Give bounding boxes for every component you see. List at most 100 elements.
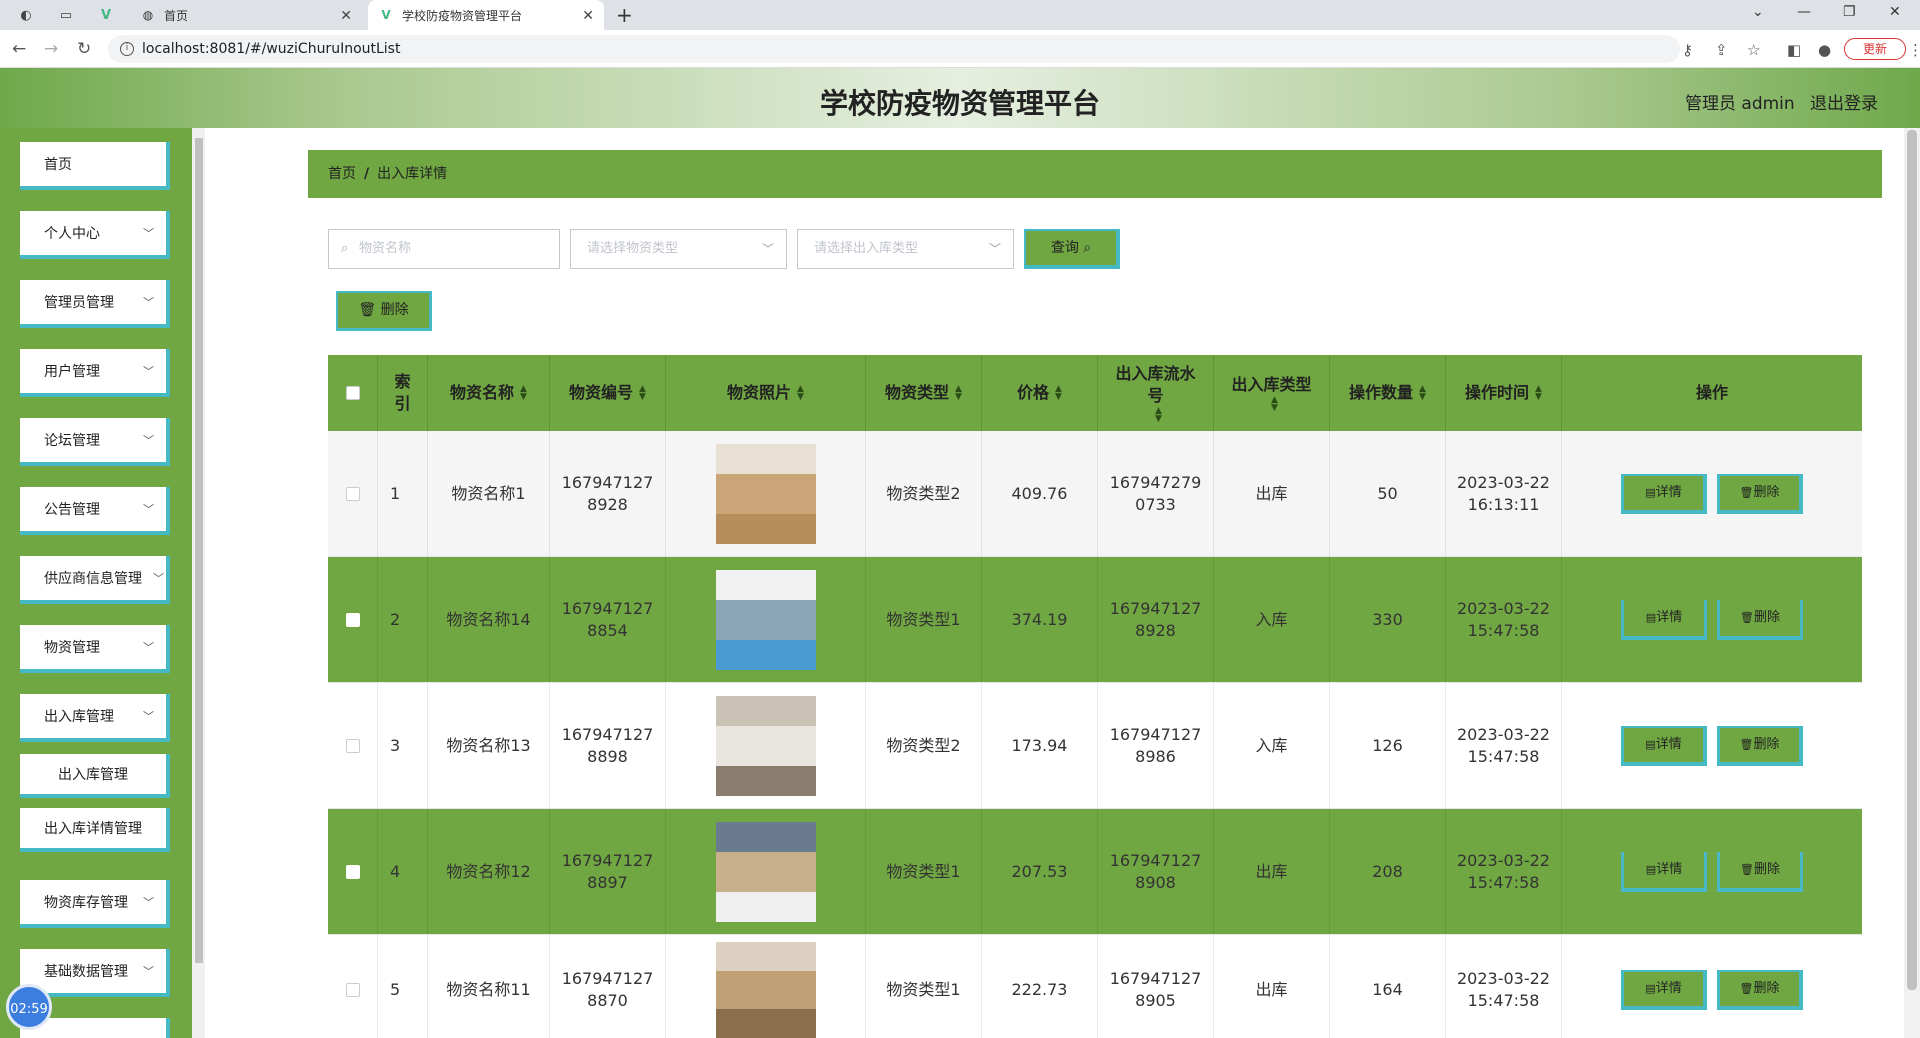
forward-icon[interactable]: →: [44, 39, 58, 59]
delete-button[interactable]: 🗑 删除: [1717, 725, 1803, 766]
back-icon[interactable]: ←: [12, 39, 26, 59]
sidebar-item-home[interactable]: 首页: [20, 142, 170, 190]
search-input[interactable]: ⌕ 物资名称: [328, 229, 560, 269]
delete-button[interactable]: 🗑 删除: [1717, 969, 1803, 1010]
sort-icon[interactable]: ▲ ▼: [639, 385, 646, 402]
row-select[interactable]: [328, 935, 378, 1038]
close-icon[interactable]: ✕: [340, 8, 352, 24]
tab-search-icon[interactable]: ⌄: [1752, 4, 1764, 20]
inout-type-select[interactable]: 请选择出入库类型 ﹀: [797, 229, 1014, 269]
sort-icon[interactable]: ▲ ▼: [1271, 396, 1278, 413]
detail-button[interactable]: ▤ 详情: [1621, 473, 1707, 514]
vue-icon[interactable]: V: [98, 7, 114, 23]
info-icon[interactable]: i: [120, 42, 134, 56]
sort-icon[interactable]: ▲ ▼: [1055, 385, 1062, 402]
minimize-icon[interactable]: —: [1797, 4, 1811, 20]
delete-button[interactable]: 🗑 删除: [1717, 473, 1803, 514]
header-type[interactable]: 物资类型 ▲ ▼: [866, 355, 982, 431]
header-ops: 操作: [1562, 355, 1862, 431]
detail-button[interactable]: ▤ 详情: [1621, 599, 1707, 640]
row-select[interactable]: [328, 683, 378, 808]
row-checkbox[interactable]: [345, 486, 360, 501]
delete-button[interactable]: 🗑 删除: [1717, 851, 1803, 892]
goods-photo: [715, 569, 816, 670]
restore-icon[interactable]: ❐: [1843, 4, 1856, 20]
close-icon[interactable]: ✕: [582, 8, 594, 24]
detail-icon: ▤: [1645, 862, 1657, 876]
delete-button[interactable]: 🗑 删除: [1717, 599, 1803, 640]
header-photo[interactable]: 物资照片 ▲ ▼: [666, 355, 866, 431]
sidebar: 首页 个人中心 ﹀ 管理员管理 ﹀ 用户管理 ﹀ 论坛管理 ﹀ 公告管理 ﹀ 供应商信息管…: [0, 128, 205, 1038]
sidebar-subitem-inout-detail[interactable]: 出入库详情管理: [20, 808, 170, 852]
detail-icon: ▤: [1645, 485, 1656, 499]
header-code[interactable]: 物资编号 ▲ ▼: [550, 355, 666, 431]
sidebar-item-goods[interactable]: 物资管理 ﹀: [20, 625, 170, 673]
sidebar-item-users[interactable]: 用户管理 ﹀: [20, 349, 170, 397]
sidebar-subitem-inout[interactable]: 出入库管理: [20, 754, 170, 798]
sidebar-item-profile[interactable]: 个人中心 ﹀: [20, 211, 170, 259]
sidebar-item-forum[interactable]: 论坛管理 ﹀: [20, 418, 170, 466]
row-checkbox[interactable]: [345, 738, 360, 753]
sort-icon[interactable]: ▲ ▼: [1535, 385, 1542, 402]
sidebar-item-admin[interactable]: 管理员管理 ﹀: [20, 280, 170, 328]
row-checkbox[interactable]: [345, 982, 360, 997]
blank-tab-icon[interactable]: ▭: [58, 7, 74, 23]
select-all-checkbox[interactable]: [345, 386, 360, 400]
cell-name: 物资名称14: [428, 557, 550, 682]
breadcrumb-home[interactable]: 首页: [328, 166, 356, 182]
header-price[interactable]: 价格 ▲ ▼: [982, 355, 1098, 431]
cell-qty: 330: [1330, 557, 1446, 682]
sidebar-item-inout[interactable]: 出入库管理 ﹀: [20, 694, 170, 742]
detail-button[interactable]: ▤ 详情: [1621, 969, 1707, 1010]
key-icon[interactable]: ⚷: [1682, 41, 1693, 59]
update-button[interactable]: 更新: [1844, 38, 1906, 60]
header-inout-type[interactable]: 出入库类型 ▲ ▼: [1214, 355, 1330, 431]
trash-icon: 🗑: [1739, 737, 1754, 751]
page-scroll-thumb[interactable]: [1907, 130, 1917, 990]
sidebar-item-supplier[interactable]: 供应商信息管理 ﹀: [20, 556, 170, 604]
sidepanel-icon[interactable]: ◧: [1787, 41, 1801, 59]
sort-icon[interactable]: ▲ ▼: [520, 385, 527, 402]
detail-button[interactable]: ▤ 详情: [1621, 851, 1707, 892]
cell-serial-text: 1679472790733: [1109, 472, 1202, 514]
header-select-all[interactable]: [328, 355, 378, 431]
row-select[interactable]: [328, 431, 378, 556]
header-serial[interactable]: 出入库流水号 ▲ ▼: [1098, 355, 1214, 431]
query-button[interactable]: 查询 ⌕: [1024, 229, 1120, 269]
github-icon[interactable]: ◐: [18, 7, 34, 23]
sidebar-item-stock[interactable]: 物资库存管理 ﹀: [20, 880, 170, 928]
new-tab-icon[interactable]: +: [616, 3, 633, 27]
batch-delete-button[interactable]: 🗑 删除: [336, 291, 432, 331]
detail-button[interactable]: ▤ 详情: [1621, 725, 1707, 766]
tab-active[interactable]: V 学校防疫物资管理平台 ✕: [368, 0, 604, 30]
row-checkbox[interactable]: [345, 612, 360, 627]
reload-icon[interactable]: ↻: [77, 39, 91, 59]
sort-icon[interactable]: ▲ ▼: [1155, 407, 1162, 424]
url-field[interactable]: i localhost:8081/#/wuziChuruInoutList: [108, 35, 1680, 63]
profile-icon[interactable]: ●: [1818, 41, 1831, 59]
header-qty[interactable]: 操作数量 ▲ ▼: [1330, 355, 1446, 431]
goods-type-select[interactable]: 请选择物资类型 ﹀: [570, 229, 787, 269]
logout-link[interactable]: 退出登录: [1810, 89, 1878, 114]
star-icon[interactable]: ☆: [1747, 41, 1760, 59]
time-clock: 15:47:58: [1467, 990, 1540, 1010]
row-checkbox[interactable]: [345, 864, 360, 879]
header-name[interactable]: 物资名称 ▲ ▼: [428, 355, 550, 431]
cell-type: 物资类型2: [866, 431, 982, 556]
cell-inout-text: 出库: [1255, 861, 1288, 881]
sort-icon[interactable]: ▲ ▼: [955, 385, 962, 402]
sort-icon[interactable]: ▲ ▼: [1419, 385, 1426, 402]
sidebar-scroll-thumb[interactable]: [195, 138, 203, 963]
sort-icon[interactable]: ▲ ▼: [797, 385, 804, 402]
close-window-icon[interactable]: ✕: [1889, 4, 1901, 20]
cell-time: 2023-03-22 16:13:11: [1446, 431, 1562, 556]
sidebar-item-notice[interactable]: 公告管理 ﹀: [20, 487, 170, 535]
trash-icon: 🗑: [1739, 981, 1754, 995]
tab-title: 首页: [164, 8, 189, 23]
menu-icon[interactable]: ⋮: [1908, 41, 1920, 59]
row-select[interactable]: [328, 809, 378, 934]
tab-home[interactable]: ◍ 首页 ✕: [130, 0, 362, 30]
header-time[interactable]: 操作时间 ▲ ▼: [1446, 355, 1562, 431]
row-select[interactable]: [328, 557, 378, 682]
share-icon[interactable]: ⇪: [1715, 41, 1728, 59]
